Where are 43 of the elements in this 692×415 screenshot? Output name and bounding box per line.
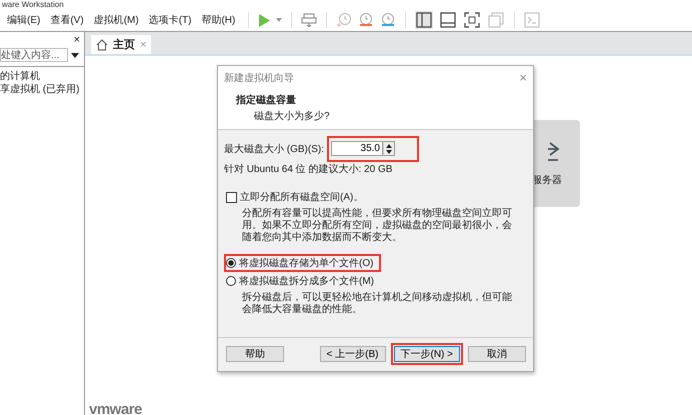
clock-icon[interactable]	[358, 12, 374, 28]
clock-icon[interactable]	[380, 12, 396, 28]
dialog-button[interactable]: < 上一步(B)	[320, 346, 386, 362]
sidebar-view-icon[interactable]	[415, 11, 434, 29]
vmware-logo: vmware	[89, 401, 142, 415]
dialog-subheading: 磁盘大小为多少?	[254, 110, 331, 123]
fullscreen-icon[interactable]	[463, 11, 482, 29]
menu-item[interactable]: 选项卡(T)	[148, 13, 192, 27]
radio-button[interactable]	[226, 258, 236, 268]
home-icon	[96, 38, 108, 50]
close-button[interactable]: ×	[74, 34, 80, 46]
checkbox-label[interactable]: 立即分配所有磁盘空间(A)。	[240, 190, 364, 204]
disk-size-field[interactable]: 35.0	[331, 141, 383, 156]
menu-item[interactable]: 编辑(E)	[7, 13, 40, 27]
dialog-heading: 指定磁盘容量	[236, 93, 297, 107]
search-field[interactable]: 处键入内容...	[0, 48, 68, 62]
menu-item[interactable]: 帮助(H)	[201, 13, 236, 27]
home-tab[interactable]: 主页 ×	[91, 35, 152, 54]
option-description: 分配所有容量可以提高性能，但要求所有物理磁盘空间立即可用。如果不立即分配所有空间，虚拟磁盘的空间最初很小，会随着您向其中添加数据而不断变大。	[242, 208, 513, 244]
menu-item[interactable]: 虚拟机(M)	[94, 13, 139, 27]
recommendation-text: 针对 Ubuntu 64 位 的建议大小: 20 GB	[224, 162, 394, 176]
option-description: 拆分磁盘后，可以更轻松地在计算机之间移动虚拟机，但可能会降低大容量磁盘的性能。	[242, 292, 513, 316]
library-item[interactable]: 享虚拟机 (已弃用)	[0, 83, 84, 96]
menu-item[interactable]: 查看(V)	[50, 13, 84, 27]
panel-view-icon[interactable]	[439, 11, 458, 29]
caret-icon[interactable]	[71, 52, 79, 58]
spin-down-icon[interactable]	[386, 150, 392, 154]
window-title: ware Workstation	[2, 1, 64, 9]
dialog-button[interactable]: 取消	[468, 346, 526, 362]
arrow-icon	[548, 140, 562, 160]
dialog-button[interactable]: 下一步(N) >	[394, 346, 460, 362]
checkbox[interactable]	[226, 192, 237, 202]
radio-label[interactable]: 将虚拟磁盘存储为单个文件(O)	[239, 256, 374, 270]
printer-icon[interactable]	[301, 13, 318, 27]
library-item[interactable]: 的计算机	[0, 70, 84, 83]
dialog-title: 新建虚拟机向导	[224, 72, 294, 84]
tab-label: 主页	[113, 38, 135, 52]
radio-button[interactable]	[226, 276, 236, 286]
spin-up-icon[interactable]	[386, 144, 392, 148]
radio-label[interactable]: 将虚拟磁盘拆分成多个文件(M)	[239, 274, 374, 288]
field-label: 最大磁盘大小 (GB)(S):	[224, 142, 324, 156]
close-button[interactable]: ×	[519, 70, 527, 85]
help-button[interactable]: 帮助	[226, 346, 284, 362]
